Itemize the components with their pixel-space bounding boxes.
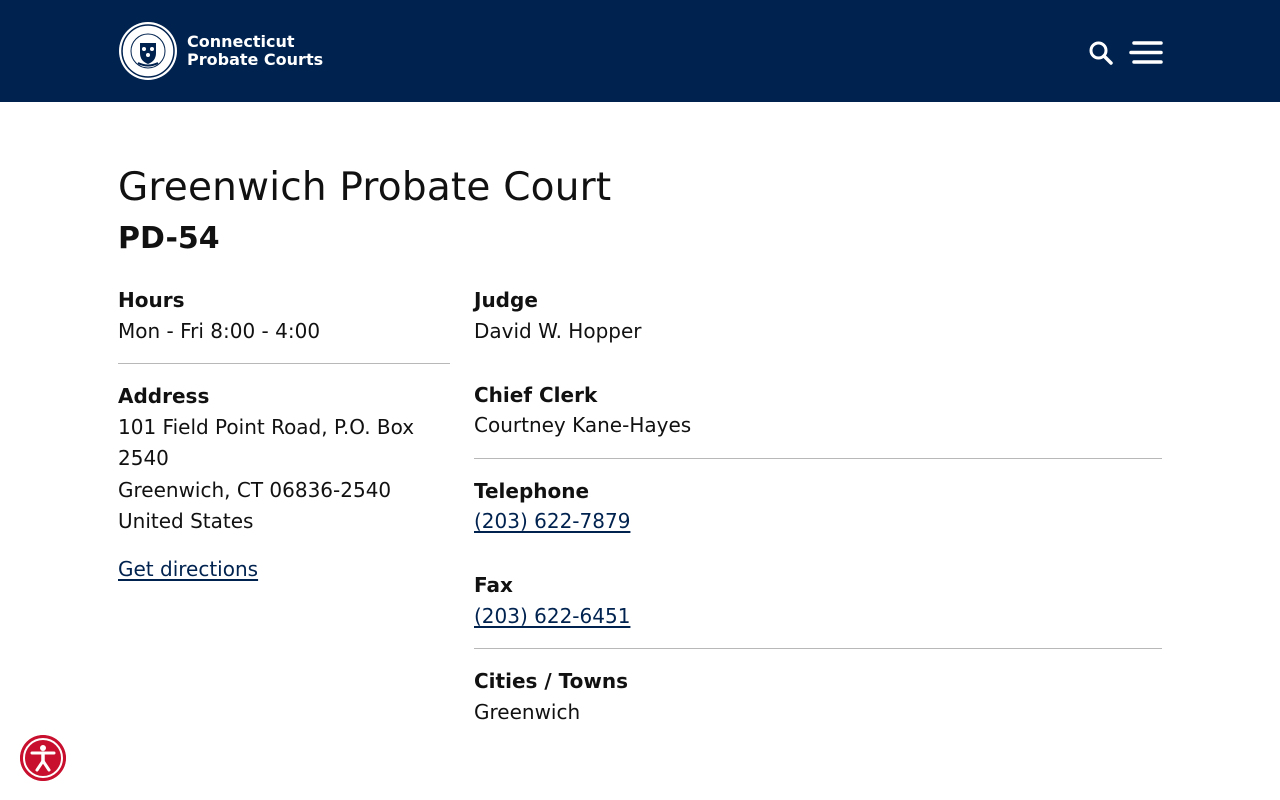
address-line-2: 2540: [118, 446, 169, 470]
accessibility-icon[interactable]: [20, 735, 66, 781]
court-code: PD-54: [118, 221, 220, 256]
address-label: Address: [118, 384, 210, 408]
hamburger-menu-icon[interactable]: [1128, 38, 1164, 68]
telephone-link[interactable]: (203) 622-7879: [474, 506, 630, 537]
home-logo-link[interactable]: Connecticut Probate Courts: [118, 20, 323, 82]
page-title: Greenwich Probate Court: [118, 165, 612, 210]
fax-label: Fax: [474, 573, 513, 597]
address-line-3: Greenwich, CT 06836-2540: [118, 478, 392, 502]
ct-probate-seal-logo: [119, 22, 177, 80]
chief-clerk-value: Courtney Kane-Hayes: [474, 413, 692, 437]
cities-towns-value: Greenwich: [474, 700, 581, 724]
brand-line-2: Probate Courts: [187, 50, 324, 69]
clerk-divider: [474, 458, 1162, 459]
hours-value: Mon - Fri 8:00 - 4:00: [118, 319, 321, 343]
brand-name: Connecticut Probate Courts: [187, 33, 323, 69]
judge-label: Judge: [474, 288, 538, 312]
get-directions-link[interactable]: Get directions: [118, 554, 258, 585]
search-icon[interactable]: [1088, 40, 1114, 66]
hours-divider: [118, 363, 450, 364]
address-line-1: 101 Field Point Road, P.O. Box: [118, 415, 415, 439]
site-header: Connecticut Probate Courts: [0, 0, 1280, 102]
fax-divider: [474, 648, 1162, 649]
telephone-label: Telephone: [474, 479, 590, 503]
brand-line-1: Connecticut: [187, 32, 295, 51]
address-line-4: United States: [118, 509, 254, 533]
hours-label: Hours: [118, 288, 185, 312]
chief-clerk-label: Chief Clerk: [474, 383, 598, 407]
fax-link[interactable]: (203) 622-6451: [474, 601, 630, 632]
judge-value: David W. Hopper: [474, 319, 642, 343]
cities-towns-label: Cities / Towns: [474, 669, 628, 693]
